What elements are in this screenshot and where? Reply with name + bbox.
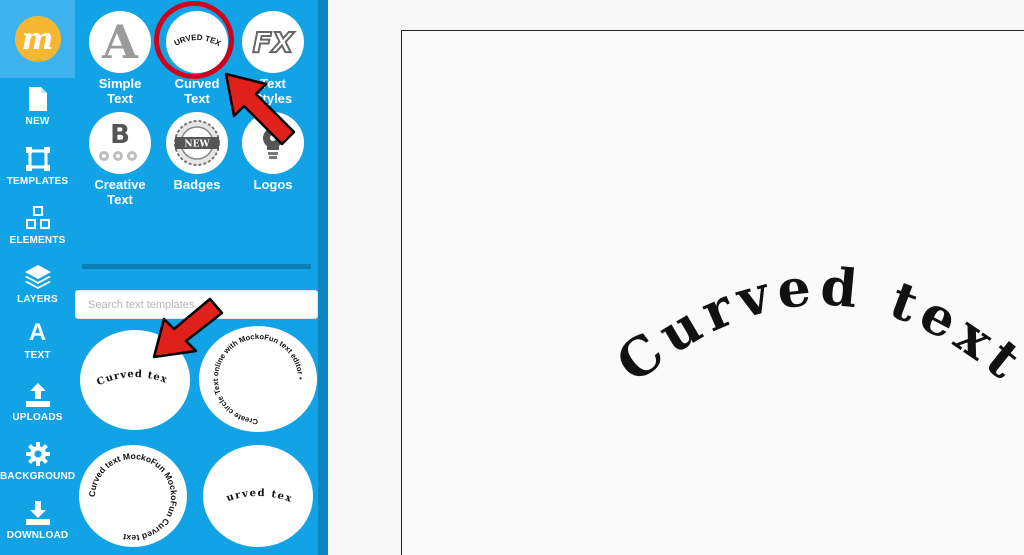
nav-uploads-label: UPLOADS xyxy=(12,412,63,423)
text-a-icon: A xyxy=(28,319,47,346)
tool-simple-text[interactable]: A Simple Text xyxy=(80,11,160,106)
tool-creative-text-line1: Creative xyxy=(94,177,146,192)
creative-text-thumbnail: B xyxy=(89,112,151,174)
template-circle-2[interactable]: Curved text MockoFun MockoFun Curved tex… xyxy=(79,445,187,547)
badges-thumbnail: NEW xyxy=(166,112,228,174)
canvas-curved-text[interactable]: Curved text xyxy=(401,30,1024,555)
nav-templates-label: TEMPLATES xyxy=(6,176,69,187)
template-curved-arc-2[interactable]: Curved text xyxy=(203,445,313,547)
panel-divider xyxy=(82,264,311,269)
nav-elements[interactable]: ELEMENTS xyxy=(0,205,75,246)
tool-badges-label: Badges xyxy=(173,177,221,192)
template-circle-2-text: Curved text MockoFun MockoFun Curved tex… xyxy=(87,451,179,543)
panel-scrollbar[interactable] xyxy=(318,0,328,555)
app: m NEW TEMPLATES ELEMENTS LAYERS A TEXT U… xyxy=(0,0,1024,555)
templates-icon xyxy=(25,147,50,171)
simple-text-thumbnail: A xyxy=(89,11,151,73)
svg-text:Curved text MockoFun MockoFun: Curved text MockoFun MockoFun Curved tex… xyxy=(87,451,179,543)
nav-background[interactable]: BACKGROUND xyxy=(0,441,75,482)
template-curved-arc-2-text: Curved text xyxy=(203,445,293,505)
tool-simple-text-line1: Simple xyxy=(98,76,142,91)
layers-icon xyxy=(24,265,51,289)
nav-text[interactable]: A TEXT xyxy=(0,319,75,362)
document-icon xyxy=(28,87,47,111)
tool-simple-text-line2: Text xyxy=(107,91,133,106)
upload-icon xyxy=(25,383,50,407)
download-icon xyxy=(25,501,50,525)
tool-logos-label: Logos xyxy=(253,177,293,192)
tool-creative-text-line2: Text xyxy=(107,192,133,207)
nav-download[interactable]: DOWNLOAD xyxy=(0,500,75,541)
creative-b-icon: B xyxy=(110,120,130,150)
nav-rail: m NEW TEMPLATES ELEMENTS LAYERS A TEXT U… xyxy=(0,0,75,555)
template-curved-arc-2-art: Curved text xyxy=(203,445,294,505)
arrow-pointer-icon xyxy=(152,297,224,359)
gear-icon xyxy=(25,442,50,466)
nav-background-label: BACKGROUND xyxy=(0,471,76,482)
nav-templates[interactable]: TEMPLATES xyxy=(0,146,75,187)
nav-download-label: DOWNLOAD xyxy=(6,530,69,541)
logo-mark: m xyxy=(14,16,61,62)
template-circle-2-art: Curved text MockoFun MockoFun Curved tex… xyxy=(87,451,179,543)
badge-icon-label: NEW xyxy=(184,140,210,150)
nav-new[interactable]: NEW xyxy=(0,86,75,127)
logo[interactable]: m xyxy=(0,0,75,78)
design-canvas[interactable]: Curved text xyxy=(401,30,1024,555)
nav-text-label: TEXT xyxy=(24,350,51,361)
text-styles-thumbnail: FX xyxy=(242,11,304,73)
fx-icon: FX xyxy=(252,25,295,60)
cubes-icon xyxy=(25,206,50,229)
highlight-ring xyxy=(154,1,234,79)
canvas-curved-text-label: Curved text xyxy=(605,256,1024,395)
nav-elements-label: ELEMENTS xyxy=(9,235,66,246)
nav-layers-label: LAYERS xyxy=(17,294,58,305)
badge-icon: NEW xyxy=(174,120,220,166)
letter-a-icon: A xyxy=(102,15,138,69)
nav-new-label: NEW xyxy=(25,116,50,127)
nav-layers[interactable]: LAYERS xyxy=(0,264,75,305)
creative-pattern-icon xyxy=(99,151,137,161)
svg-text:Curved text: Curved text xyxy=(605,256,1024,395)
svg-text:Curved text: Curved text xyxy=(203,445,294,505)
tool-creative-text[interactable]: B Creative Text xyxy=(80,112,160,207)
nav-uploads[interactable]: UPLOADS xyxy=(0,382,75,423)
arrow-pointer-icon xyxy=(224,72,296,146)
